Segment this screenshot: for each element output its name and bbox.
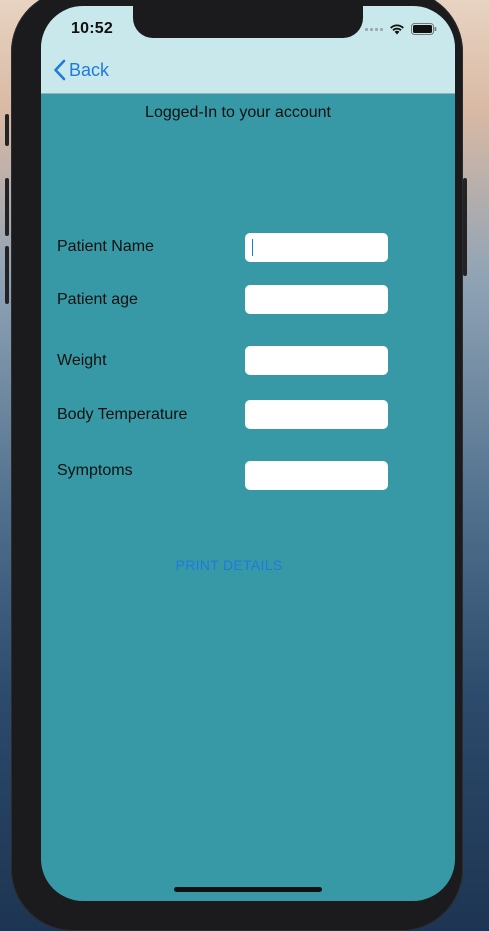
chevron-left-icon [54, 59, 66, 81]
volume-down-button [5, 246, 9, 304]
app-screen: 10:52 Back Logged-In to your account Pat… [41, 6, 455, 901]
status-icons [365, 23, 437, 35]
status-time: 10:52 [71, 20, 113, 37]
back-button[interactable]: Back [53, 59, 109, 81]
wifi-icon [390, 24, 404, 35]
symptoms-label: Symptoms [57, 462, 133, 479]
phone-frame: 10:52 Back Logged-In to your account Pat… [5, 0, 467, 931]
power-button [463, 178, 467, 276]
patient-age-label: Patient age [57, 291, 138, 308]
mute-switch [5, 114, 9, 146]
patient-name-label: Patient Name [57, 238, 154, 255]
volume-up-button [5, 178, 9, 236]
cellular-signal-icon [365, 27, 383, 31]
weight-input[interactable] [245, 346, 388, 375]
home-indicator[interactable] [174, 887, 322, 892]
symptoms-input[interactable] [245, 461, 388, 490]
weight-label: Weight [57, 352, 107, 369]
page-title: Logged-In to your account [145, 104, 331, 121]
text-cursor [252, 239, 253, 256]
body-temperature-input[interactable] [245, 400, 388, 429]
body-temperature-label: Body Temperature [57, 406, 188, 423]
battery-icon [411, 23, 437, 35]
notch [133, 6, 363, 38]
patient-name-input[interactable] [245, 233, 388, 262]
patient-age-input[interactable] [245, 285, 388, 314]
print-details-button[interactable]: PRINT DETAILS [41, 557, 417, 573]
navigation-bar: 10:52 Back [41, 6, 455, 94]
back-label: Back [69, 59, 110, 80]
